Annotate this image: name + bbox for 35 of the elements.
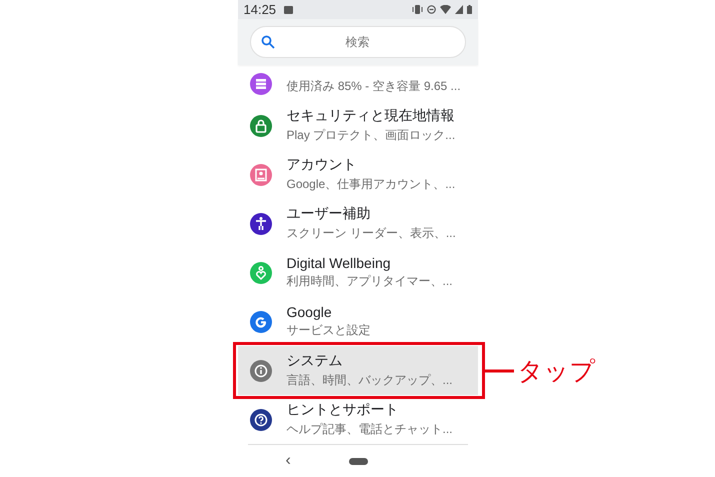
item-title: システム xyxy=(286,352,344,370)
back-button[interactable]: ‹ xyxy=(286,452,291,470)
settings-item[interactable]: Google サービスと設定 xyxy=(238,297,478,346)
settings-item[interactable]: ヒントとサポート ヘルプ記事、電話とチャット... xyxy=(238,395,478,444)
item-subtitle: Play プロテクト、画面ロック... xyxy=(286,127,456,144)
settings-item[interactable]: システム 言語、時間、バックアップ、... xyxy=(238,346,478,396)
item-subtitle: スクリーン リーダー、表示、... xyxy=(286,225,456,242)
item-subtitle: 使用済み 85% - 空き容量 9.65 ... xyxy=(286,78,461,96)
item-subtitle: Google、仕事用アカウント、... xyxy=(286,176,456,194)
item-title: ユーザー補助 xyxy=(286,205,372,224)
do-not-disturb-icon xyxy=(426,5,436,14)
settings-item[interactable]: ユーザー補助 スクリーン リーダー、表示、... xyxy=(238,199,478,248)
item-subtitle: 利用時間、アプリタイマー、... xyxy=(286,273,453,290)
callout-label: タップ xyxy=(518,356,596,388)
vibrate-icon xyxy=(412,5,422,14)
battery-icon xyxy=(466,5,472,14)
settings-item[interactable]: セキュリティと現在地情報 Play プロテクト、画面ロック... xyxy=(238,101,478,150)
item-title: アカウント xyxy=(286,156,358,174)
clock: 14:25 xyxy=(244,2,276,18)
item-subtitle: 言語、時間、バックアップ、... xyxy=(286,372,453,390)
wifi-icon xyxy=(440,5,450,14)
item-title: セキュリティと現在地情報 xyxy=(286,107,456,126)
home-button[interactable] xyxy=(348,458,368,465)
item-subtitle: ヘルプ記事、電話とチャット... xyxy=(286,421,453,438)
leader-line xyxy=(484,369,514,372)
item-subtitle: サービスと設定 xyxy=(286,322,370,340)
settings-item[interactable]: 使用済み 85% - 空き容量 9.65 ... xyxy=(238,65,478,102)
settings-item[interactable]: アカウント Google、仕事用アカウント、... xyxy=(238,150,478,200)
search-field[interactable]: 検索 xyxy=(250,26,466,58)
settings-item[interactable]: Digital Wellbeing 利用時間、アプリタイマー、... xyxy=(238,248,478,298)
item-title: ヒントとサポート xyxy=(286,401,400,420)
item-title: Digital Wellbeing xyxy=(286,255,392,272)
signal-icon xyxy=(454,5,462,14)
item-title: Google xyxy=(286,304,333,320)
image-icon xyxy=(284,6,294,14)
